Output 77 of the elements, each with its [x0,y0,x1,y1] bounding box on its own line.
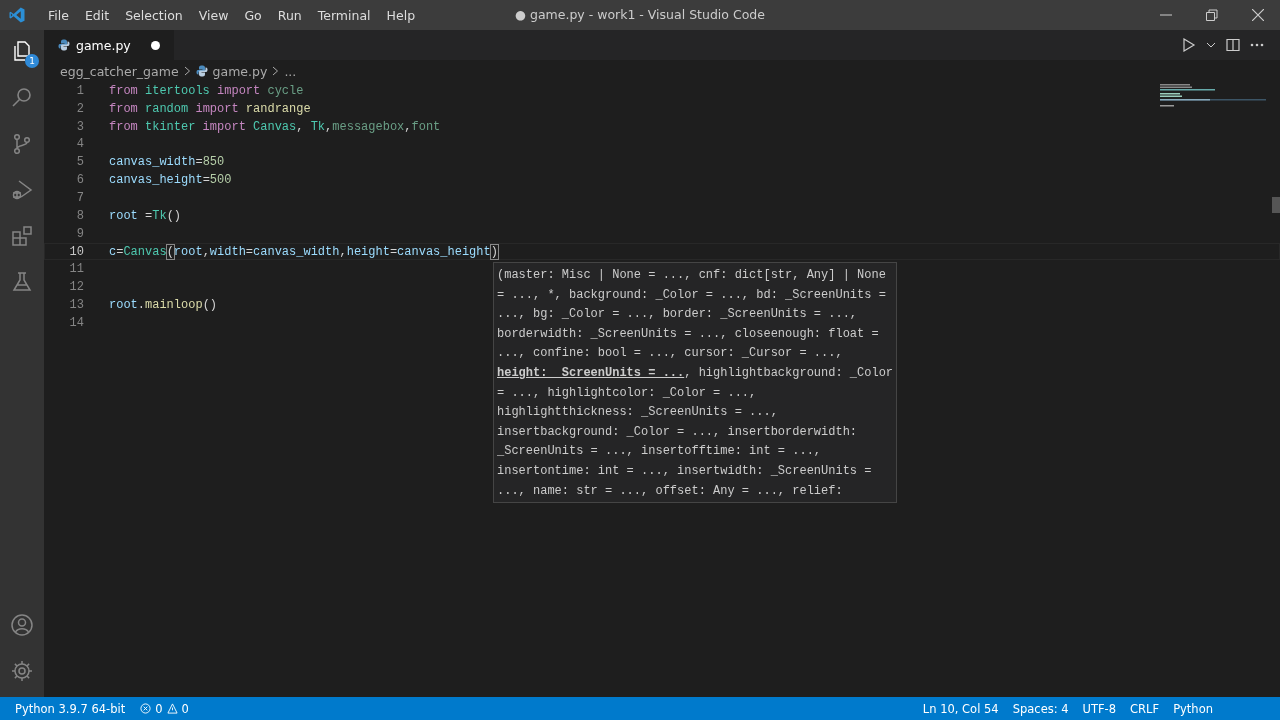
menu-item[interactable]: Edit [76,7,118,23]
line-number: 12 [68,280,84,295]
signature-text: = ..., highlightcolor: _Color = ..., [497,385,757,400]
run-debug-icon[interactable] [10,178,34,202]
line-number: 3 [75,119,84,134]
code-line: root.mainloop() [109,298,218,313]
status-item[interactable]: Spaces: 4 [1005,701,1076,716]
code-line: c=Canvas(root,width=canvas_width,height=canvas_height) [109,244,498,259]
extensions-icon[interactable] [10,224,34,248]
signature-text: ..., confine: bool = ..., cursor: _Cursor = ..., [497,346,843,361]
code-line: from tkinter import Canvas, Tk,messagebox,font [109,119,441,134]
flask-icon[interactable] [10,270,34,294]
code-line: canvas_width=850 [109,155,225,170]
python-interpreter-status[interactable]: Python 3.9.7 64-bit [8,701,133,716]
warning-icon[interactable] [166,703,178,714]
signature-text: ..., bg: _Color = ..., border: _ScreenUnits = ..., [497,307,858,322]
menu-item[interactable]: Run [269,7,310,23]
menu-item[interactable]: Selection [117,7,191,23]
line-number: 14 [68,315,84,330]
active-parameter: height: _ScreenUnits = ... [497,365,685,380]
error-count[interactable]: 0 [155,701,163,716]
editor-tab[interactable]: game.py [44,30,174,60]
unsaved-dot-icon [150,40,160,50]
menu-item[interactable]: File [40,7,77,23]
account-icon[interactable] [10,613,34,637]
chevron-down-icon[interactable] [1206,40,1216,50]
restore-icon[interactable] [1206,9,1218,21]
line-number: 7 [75,191,84,205]
line-number: 6 [75,173,84,188]
warning-count[interactable]: 0 [181,701,189,716]
code-line: canvas_height=500 [109,173,232,188]
run-icon[interactable] [1182,38,1196,52]
code-line: root =Tk() [109,208,182,223]
signature-text: _ScreenUnits = ..., insertofftime: int = ..., [497,444,822,459]
signature-text: insertbackground: _Color = ..., insertborderwidth: [497,424,858,439]
signature-text: highlightthickness: _ScreenUnits = ..., [497,405,778,420]
breadcrumb-item[interactable]: game.py [212,63,268,79]
signature-text: , highlightbackground: _Color [684,365,894,380]
explorer-badge: 1 [25,54,39,68]
signature-text: = ..., *, background: _Color = ..., bd: _ScreenUnits = [497,287,886,302]
code-line: from random import randrange [109,101,311,116]
status-item[interactable]: Ln 10, Col 54 [915,701,1006,716]
status-item[interactable]: Python [1166,701,1220,716]
signature-text: insertontime: int = ..., insertwidth: _ScreenUnits = [497,463,872,478]
vscode-logo-icon [8,6,26,24]
window-title: ● game.py - work1 - Visual Studio Code [515,7,765,22]
python-file-icon [58,39,70,51]
code-line: from itertools import cycle [109,83,304,98]
error-icon[interactable] [140,703,152,714]
line-number: 8 [75,208,84,223]
python-file-icon [195,65,208,77]
breadcrumb-item[interactable]: egg_catcher_game [60,63,179,79]
line-number: 4 [75,137,84,152]
split-editor-icon[interactable] [1226,38,1240,52]
status-item[interactable]: CRLF [1123,701,1167,716]
menu-item[interactable]: Terminal [309,7,379,23]
line-number: 9 [75,226,84,241]
line-number: 11 [68,262,84,277]
signature-text: ..., name: str = ..., offset: Any = ..., relief: [497,483,843,498]
line-number: 10 [68,244,84,259]
more-icon[interactable] [1250,43,1264,47]
menu-item[interactable]: Help [378,7,424,23]
breadcrumb-item[interactable]: ... [284,63,297,79]
close-icon[interactable] [1252,9,1264,21]
scrollbar-thumb[interactable] [1272,197,1280,213]
chevron-right-icon [183,66,191,76]
line-number: 13 [68,298,84,313]
menu-item[interactable]: Go [236,7,270,23]
signature-text: borderwidth: _ScreenUnits = ..., closeenough: float = [497,326,879,341]
status-item[interactable]: UTF-8 [1075,701,1124,716]
line-number: 2 [75,101,84,116]
chevron-right-icon [272,66,280,76]
line-number: 5 [75,155,84,170]
signature-text: (master: Misc | None = ..., cnf: dict[str, Any] | None [497,268,886,282]
menu-item[interactable]: View [190,7,237,23]
line-number: 1 [75,83,84,98]
settings-icon[interactable] [10,659,34,683]
